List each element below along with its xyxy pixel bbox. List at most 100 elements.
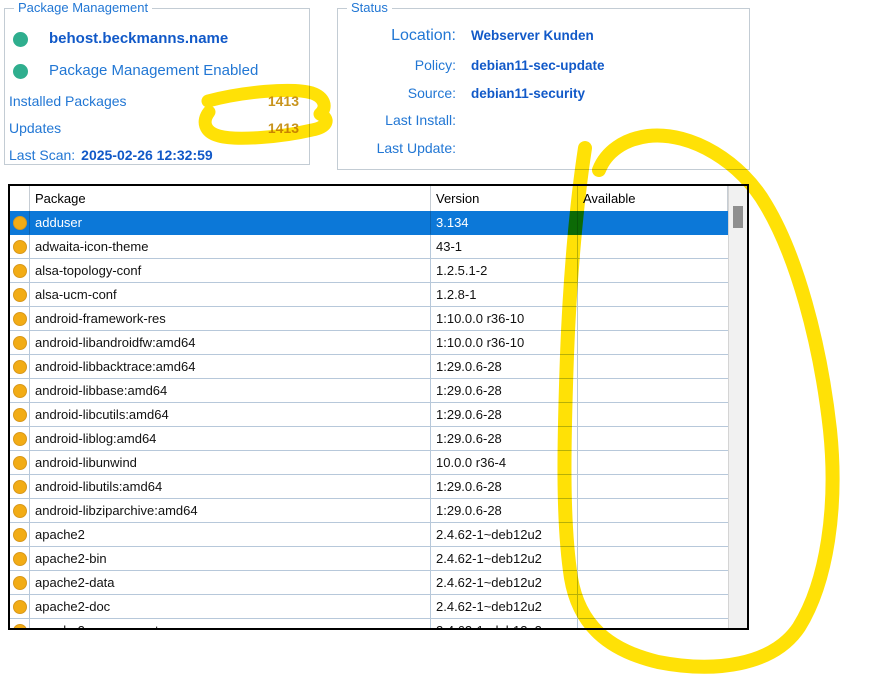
package-management-title: Package Management [14,0,152,15]
version-cell: 1:29.0.6-28 [431,427,578,451]
table-row[interactable]: apache2-bin2.4.62-1~deb12u2 [10,547,728,571]
version-cell: 1:29.0.6-28 [431,355,578,379]
available-cell [578,307,728,331]
available-cell [578,547,728,571]
package-status-cell [10,619,30,630]
package-name-cell: android-liblog:amd64 [30,427,431,451]
available-column-header[interactable]: Available [578,186,728,211]
version-cell: 2.4.62-1~deb12u2 [431,619,578,630]
available-cell [578,619,728,630]
table-row[interactable]: apache2-suexec-custom2.4.62-1~deb12u2 [10,619,728,630]
update-pending-icon [13,528,27,542]
table-row[interactable]: alsa-ucm-conf1.2.8-1 [10,283,728,307]
last-update-label: Last Update: [338,140,456,156]
update-pending-icon [13,336,27,350]
update-pending-icon [13,576,27,590]
available-cell [578,523,728,547]
available-cell [578,379,728,403]
package-status-cell [10,331,30,355]
table-row[interactable]: adwaita-icon-theme43-1 [10,235,728,259]
package-status-cell [10,379,30,403]
last-scan-value: 2025-02-26 12:32:59 [81,147,213,163]
last-scan-label: Last Scan: [9,147,75,163]
table-row[interactable]: android-libcutils:amd641:29.0.6-28 [10,403,728,427]
update-pending-icon [13,384,27,398]
package-name-cell: apache2-bin [30,547,431,571]
policy-label: Policy: [338,57,456,73]
update-pending-icon [13,264,27,278]
update-pending-icon [13,408,27,422]
available-cell [578,427,728,451]
table-row[interactable]: apache22.4.62-1~deb12u2 [10,523,728,547]
table-row[interactable]: apache2-data2.4.62-1~deb12u2 [10,571,728,595]
table-row[interactable]: android-liblog:amd641:29.0.6-28 [10,427,728,451]
table-row[interactable]: android-libutils:amd641:29.0.6-28 [10,475,728,499]
table-row[interactable]: android-libunwind10.0.0 r36-4 [10,451,728,475]
available-cell [578,355,728,379]
package-status-cell [10,211,30,235]
package-status-cell [10,547,30,571]
package-status-cell [10,403,30,427]
package-status-cell [10,355,30,379]
vertical-scrollbar[interactable] [728,186,747,628]
table-row[interactable]: android-libbase:amd641:29.0.6-28 [10,379,728,403]
table-row[interactable]: adduser3.134 [10,211,728,235]
version-cell: 3.134 [431,211,578,235]
package-name-cell: android-framework-res [30,307,431,331]
package-name-cell: adwaita-icon-theme [30,235,431,259]
package-name-cell: android-libutils:amd64 [30,475,431,499]
update-pending-icon [13,360,27,374]
location-value: Webserver Kunden [471,28,594,43]
table-header-row: Package Version Available [10,186,728,211]
update-pending-icon [13,504,27,518]
last-install-label: Last Install: [338,112,456,128]
package-name-cell: apache2-suexec-custom [30,619,431,630]
package-status-cell [10,595,30,619]
version-cell: 2.4.62-1~deb12u2 [431,571,578,595]
available-cell [578,235,728,259]
package-status-cell [10,307,30,331]
status-column-header[interactable] [10,186,30,211]
update-pending-icon [13,432,27,446]
version-column-header[interactable]: Version [431,186,578,211]
version-cell: 1:29.0.6-28 [431,379,578,403]
table-row[interactable]: apache2-doc2.4.62-1~deb12u2 [10,595,728,619]
table-row[interactable]: alsa-topology-conf1.2.5.1-2 [10,259,728,283]
version-cell: 2.4.62-1~deb12u2 [431,547,578,571]
installed-packages-row: Installed Packages 1413 [9,93,303,109]
package-status-cell [10,235,30,259]
status-groupbox: Status Location: Webserver Kunden Policy… [337,8,750,170]
scrollbar-thumb[interactable] [733,206,743,228]
available-cell [578,283,728,307]
package-status-cell [10,499,30,523]
installed-packages-count: 1413 [268,93,299,109]
package-name-cell: alsa-topology-conf [30,259,431,283]
package-name-cell: android-libbacktrace:amd64 [30,355,431,379]
package-name-cell: android-libunwind [30,451,431,475]
pm-enabled-label: Package Management Enabled [49,62,258,79]
package-status-cell [10,427,30,451]
hostname-label: behost.beckmanns.name [49,30,228,47]
version-cell: 10.0.0 r36-4 [431,451,578,475]
package-table: Package Version Available adduser3.134ad… [8,184,749,630]
source-value: debian11-security [471,86,585,101]
package-status-cell [10,259,30,283]
package-name-cell: apache2-data [30,571,431,595]
update-pending-icon [13,240,27,254]
status-ok-icon [13,64,28,79]
table-row[interactable]: android-libbacktrace:amd641:29.0.6-28 [10,355,728,379]
package-status-cell [10,571,30,595]
available-cell [578,403,728,427]
available-cell [578,475,728,499]
table-row[interactable]: android-libziparchive:amd641:29.0.6-28 [10,499,728,523]
table-row[interactable]: android-framework-res1:10.0.0 r36-10 [10,307,728,331]
update-pending-icon [13,288,27,302]
available-cell [578,259,728,283]
package-name-cell: adduser [30,211,431,235]
available-cell [578,571,728,595]
package-name-cell: apache2 [30,523,431,547]
package-name-cell: android-libcutils:amd64 [30,403,431,427]
status-ok-icon [13,32,28,47]
package-column-header[interactable]: Package [30,186,431,211]
table-row[interactable]: android-libandroidfw:amd641:10.0.0 r36-1… [10,331,728,355]
